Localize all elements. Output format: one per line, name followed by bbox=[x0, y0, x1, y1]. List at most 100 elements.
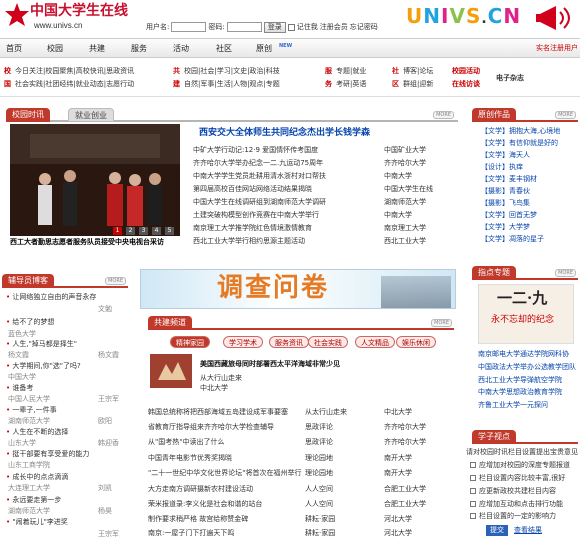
blog-item[interactable]: • 成长中的点点滴滴 bbox=[6, 473, 68, 482]
pill-entertainment[interactable]: 娱乐休闲 bbox=[396, 336, 436, 348]
blog-item[interactable]: • 人生在不断的选择 bbox=[6, 428, 68, 437]
photo-caption[interactable]: 西工大者勤思志愿者服务队员接受中央电视台采访 bbox=[10, 236, 180, 248]
nav-home[interactable]: 首页 bbox=[6, 44, 22, 54]
original-item[interactable]: 【文学】大学梦 bbox=[481, 223, 530, 232]
topic-item[interactable]: 南京邮电大学通达学院网科协 bbox=[478, 350, 569, 359]
news-item-title[interactable]: 南京理工大学推学院红色情境激情教育 bbox=[193, 224, 312, 233]
poll-results-link[interactable]: 查看结果 bbox=[514, 526, 542, 535]
more-button[interactable]: MORE bbox=[555, 269, 576, 278]
poll-submit-button[interactable]: 提交 bbox=[486, 525, 508, 536]
category-links[interactable]: 社会实践|社团经纬|就业动态|志愿行动 bbox=[15, 78, 134, 91]
joint-item-title[interactable]: 中国青年电影节优秀奖揭晓 bbox=[148, 454, 232, 463]
feature-thumbnail[interactable] bbox=[150, 354, 192, 388]
poll-option[interactable]: 应更新政校共建栏目内容 bbox=[470, 487, 556, 496]
joint-item-title[interactable]: 大方走南方调研摄新农村建设活动 bbox=[148, 485, 253, 494]
category-links[interactable]: 博客|论坛 bbox=[403, 65, 433, 78]
password-input[interactable] bbox=[226, 22, 262, 32]
original-item[interactable]: 【文学】麦丰钢材 bbox=[481, 175, 537, 184]
checkbox[interactable] bbox=[470, 501, 476, 507]
more-button[interactable]: MORE bbox=[555, 111, 576, 120]
original-item[interactable]: 【文学】海天人 bbox=[481, 151, 530, 160]
blog-item[interactable]: • 谁备考 bbox=[6, 384, 33, 393]
poll-option[interactable]: 应增加互动和点击排行功能 bbox=[470, 500, 563, 509]
joint-item-title[interactable]: "二十一世纪中华文化世界论坛"将首次在福州举行 bbox=[148, 469, 301, 478]
slide-page[interactable]: 5 bbox=[165, 227, 174, 235]
joint-item-title[interactable]: 制作要求稍严格 故宫给称赞金碑 bbox=[148, 515, 248, 524]
online-interview-link[interactable]: 在线访谈 bbox=[452, 78, 480, 91]
more-button[interactable]: MORE bbox=[433, 111, 454, 120]
news-item-title[interactable]: 齐齐哈尔大学举办纪念一二.九运动75周年 bbox=[193, 159, 323, 168]
more-button[interactable]: MORE bbox=[431, 319, 452, 328]
original-item[interactable]: 【文学】有信仰就是好的 bbox=[481, 139, 558, 148]
category-links[interactable]: 群组|迎新 bbox=[403, 78, 433, 91]
pill-practice[interactable]: 社会实践 bbox=[308, 336, 348, 348]
blog-item[interactable]: • 永远要走第一步 bbox=[6, 496, 61, 505]
register-link[interactable]: 注册会员 bbox=[320, 23, 348, 32]
checkbox[interactable] bbox=[470, 488, 476, 494]
category-links[interactable]: 校园|社会|学习|文史|政治|科技 bbox=[184, 65, 280, 78]
poll-option[interactable]: 栏目设置的一定的影响力 bbox=[470, 512, 556, 521]
joint-item-title[interactable]: 荣米报道录:李义化是社会和谐的站台 bbox=[148, 500, 262, 509]
blog-item[interactable]: • 大学期间,你"选"了吗? bbox=[6, 362, 81, 371]
ezine-link[interactable]: 电子杂志 bbox=[496, 74, 524, 83]
pill-service[interactable]: 服务资讯 bbox=[269, 336, 309, 348]
blog-item[interactable]: • 一辈子,一件事 bbox=[6, 406, 57, 415]
news-item-title[interactable]: 中南大学学生党员赴耕用清水浙村对口帮扶 bbox=[193, 172, 326, 181]
username-input[interactable] bbox=[171, 22, 207, 32]
original-item[interactable]: 【设计】执痒 bbox=[481, 163, 523, 172]
blog-item[interactable]: • 让网络独立自由的声音永存 bbox=[6, 293, 96, 302]
news-item-title[interactable]: 中矿大学行动记:12·9 爱国情怀传考国度 bbox=[193, 146, 318, 155]
nav-service[interactable]: 服务 bbox=[131, 44, 147, 54]
topic-item[interactable]: 中南大学思想政治教育学院 bbox=[478, 388, 562, 397]
campus-activity-link[interactable]: 校园活动 bbox=[452, 65, 480, 78]
poll-option[interactable]: 栏目设置内容比较丰富,很好 bbox=[470, 474, 565, 483]
brand-banner[interactable]: UNIVS.CN bbox=[406, 4, 526, 32]
tab-employment[interactable]: 就业创业 bbox=[68, 108, 114, 122]
slide-page[interactable]: 4 bbox=[152, 227, 161, 235]
headline-link[interactable]: 西安交大全体师生共同纪念杰出学长钱学森 bbox=[199, 128, 370, 139]
forgot-password-link[interactable]: 忘记密码 bbox=[350, 23, 378, 32]
login-button[interactable]: 登录 bbox=[263, 21, 286, 33]
topic-item[interactable]: 齐鲁工业大学一元探问 bbox=[478, 401, 548, 410]
more-button[interactable]: MORE bbox=[105, 277, 126, 286]
pill-study[interactable]: 学习学术 bbox=[223, 336, 263, 348]
category-links[interactable]: 考研|英语 bbox=[336, 78, 366, 91]
original-item[interactable]: 【文学】凋落的星子 bbox=[481, 235, 544, 244]
category-links[interactable]: 专题|就业 bbox=[336, 65, 366, 78]
blog-item[interactable]: • 给不了的梦想 bbox=[6, 318, 54, 327]
joint-item-title[interactable]: 韩国总统称将把西部海域五岛建设成军事要塞 bbox=[148, 408, 288, 417]
checkbox[interactable] bbox=[470, 475, 476, 481]
joint-item-title[interactable]: 从"国考热"中读出了什么 bbox=[148, 438, 224, 447]
news-item-title[interactable]: 第四届高校百佳网站网络活动结果揭晓 bbox=[193, 185, 312, 194]
topic-banner[interactable]: 一二·九 永不忘却的纪念 bbox=[478, 284, 574, 344]
checkbox[interactable] bbox=[470, 513, 476, 519]
real-name-register-link[interactable]: 实名注册用户 bbox=[536, 44, 578, 53]
campus-photo[interactable]: 1 2 3 4 5 西工大者勤思志愿者服务队员接受中央电视台采访 bbox=[10, 124, 180, 248]
checkbox[interactable] bbox=[470, 462, 476, 468]
feature-title[interactable]: 美国西藏旅母同时部署西太平洋海域非常少见 bbox=[200, 360, 340, 369]
tab-campus-news[interactable]: 校园时讯 bbox=[6, 108, 50, 122]
survey-ad-banner[interactable]: 调查问卷 bbox=[140, 269, 456, 309]
news-item-title[interactable]: 土建突破构模型创作竞赛在中南大学举行 bbox=[193, 211, 319, 220]
site-logo[interactable]: 中国大学生在线 www.univs.cn bbox=[4, 2, 144, 34]
category-links[interactable]: 自然|军事|生活|人物|观点|专题 bbox=[184, 78, 280, 91]
slide-page[interactable]: 2 bbox=[126, 227, 135, 235]
nav-joint[interactable]: 共建 bbox=[89, 44, 105, 54]
blog-item[interactable]: • "闹着玩儿"李进奖 bbox=[6, 518, 68, 527]
joint-item-title[interactable]: 南京:一屋子门下打遍天下鸣 bbox=[148, 529, 234, 538]
nav-original[interactable]: 原创 bbox=[256, 44, 272, 54]
news-item-title[interactable]: 中国大学生在线调研组到湖南师范大学调研 bbox=[193, 198, 326, 207]
original-item[interactable]: 【摄影】飞鸟集 bbox=[481, 199, 530, 208]
news-item-title[interactable]: 西北工业大学举行相约思源主题活动 bbox=[193, 237, 305, 246]
joint-item-title[interactable]: 省教育厅指导组来齐齐哈尔大学检查辅导 bbox=[148, 423, 274, 432]
original-item[interactable]: 【摄影】青春伙 bbox=[481, 187, 530, 196]
nav-campus[interactable]: 校园 bbox=[47, 44, 63, 54]
blog-item[interactable]: • 人生,"掉马都是择生" bbox=[6, 340, 77, 349]
blog-item[interactable]: • 挺干部要有享受爱的能力 bbox=[6, 450, 89, 459]
slide-page[interactable]: 1 bbox=[113, 227, 122, 235]
remember-checkbox[interactable] bbox=[287, 23, 295, 31]
nav-activity[interactable]: 活动 bbox=[173, 44, 189, 54]
slide-page[interactable]: 3 bbox=[139, 227, 148, 235]
pill-spirit-home[interactable]: 精神家园 bbox=[170, 336, 210, 348]
pill-humanities[interactable]: 人文精品 bbox=[355, 336, 395, 348]
